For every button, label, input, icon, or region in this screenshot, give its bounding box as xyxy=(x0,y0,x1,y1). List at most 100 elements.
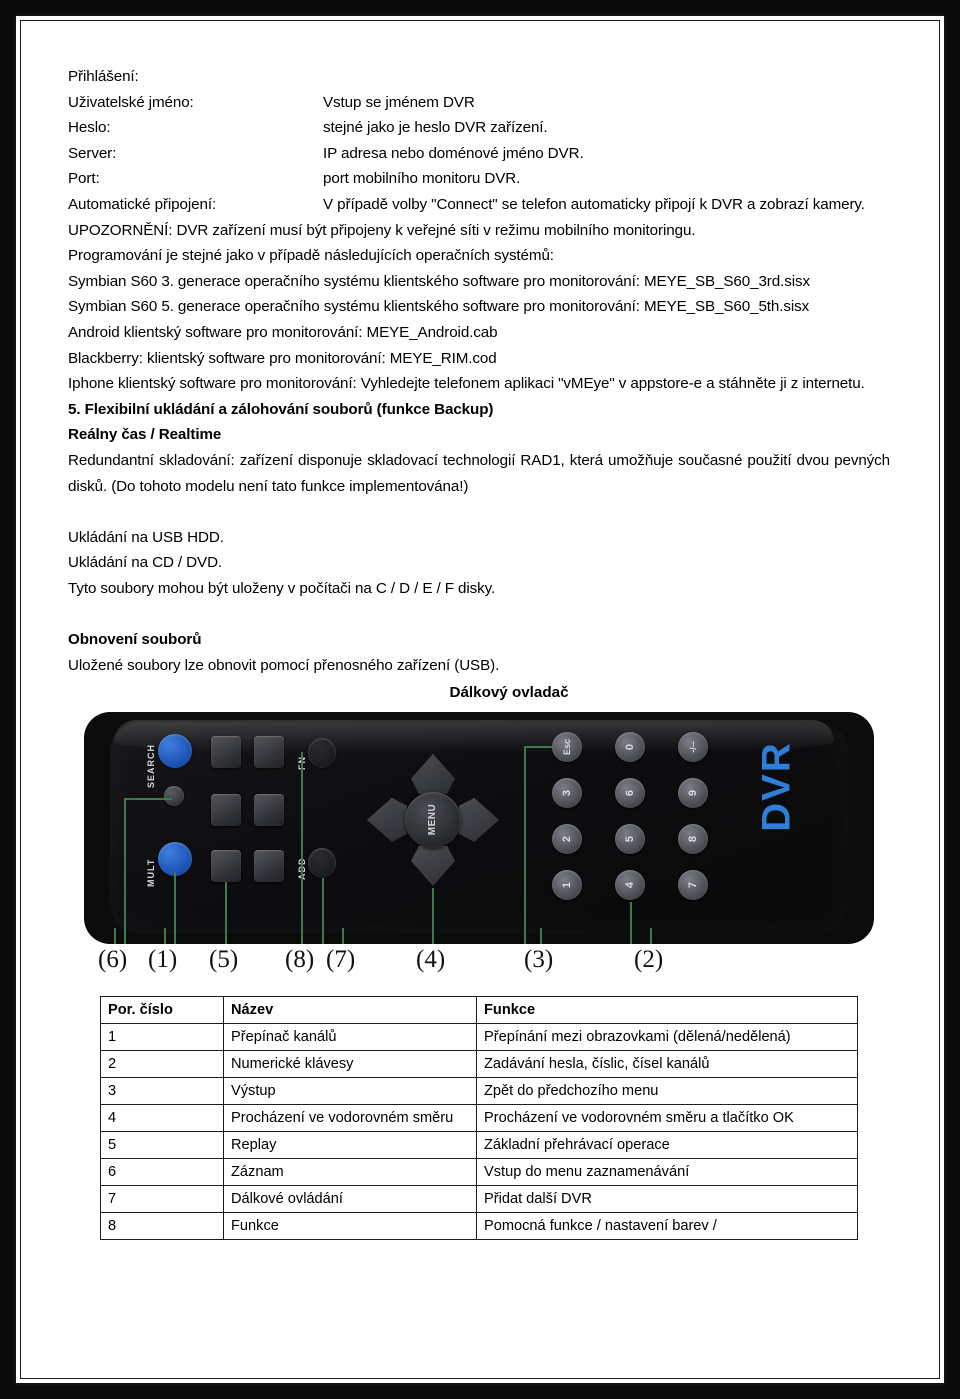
table-row: 4 Procházení ve vodorovném směru Procház… xyxy=(100,1103,858,1132)
login-field-server-value: IP adresa nebo doménové jméno DVR. xyxy=(323,144,584,162)
table-header-function: Funkce xyxy=(476,995,858,1024)
search-button-icon xyxy=(158,733,192,768)
cell-name: Numerické klávesy xyxy=(223,1049,477,1078)
storage-usb-hdd: Ukládání na USB HDD. xyxy=(68,528,224,546)
login-field-autoconnect: Automatické připojení: V případě volby "… xyxy=(68,192,890,218)
login-field-server: Server: IP adresa nebo doménové jméno DV… xyxy=(68,141,890,167)
section5-heading: 5. Flexibilní ukládání a zálohování soub… xyxy=(68,400,494,418)
table-row: 5 Replay Základní přehrávací operace xyxy=(100,1130,858,1159)
cell-function: Vstup do menu zaznamenávání xyxy=(476,1157,858,1186)
platform-symbian-s60-5th: Symbian S60 5. generace operačního systé… xyxy=(68,298,810,316)
remote-control-photo: SEARCH MULT FN ADD MENU Esc 0 -/-- 3 6 9 xyxy=(84,711,874,944)
login-field-port-value: port mobilního monitoru DVR. xyxy=(323,170,521,188)
cell-number: 4 xyxy=(100,1103,224,1132)
keypad-key-4: 4 xyxy=(615,869,645,900)
login-field-autoconnect-value: V případě volby "Connect" se telefon aut… xyxy=(323,195,865,213)
cell-name: Přepínač kanálů xyxy=(223,1022,477,1051)
login-section: Přihlášení: Uživatelské jméno: Vstup se … xyxy=(68,64,890,678)
callout-leader-2 xyxy=(630,901,632,944)
storage-pc-disks: Tyto soubory mohou být uloženy v počítač… xyxy=(68,579,496,597)
dpad: MENU xyxy=(367,753,499,886)
callout-number-3: (3) xyxy=(524,945,554,973)
dpad-right-arrow-icon xyxy=(459,797,499,842)
keypad-key-dash: -/-- xyxy=(678,731,708,762)
platform-symbian-s60-3rd: Symbian S60 3. generace operačního systé… xyxy=(68,272,810,290)
table-row: 7 Dálkové ovládání Přidat další DVR xyxy=(100,1184,858,1213)
platform-iphone: Iphone klientský software pro monitorová… xyxy=(68,375,865,393)
callout-stub-2 xyxy=(650,927,652,944)
table-row: 2 Numerické klávesy Zadávání hesla, čísl… xyxy=(100,1049,858,1078)
callout-stub-5 xyxy=(225,927,227,944)
cell-function: Zadávání hesla, číslic, čísel kanálů xyxy=(476,1049,858,1078)
section5-subheading: Reálny čas / Realtime xyxy=(68,426,222,444)
table-header-name: Název xyxy=(223,995,477,1024)
login-title: Přihlášení: xyxy=(68,68,139,85)
platform-blackberry: Blackberry: klientský software pro monit… xyxy=(68,349,497,367)
table-row: 1 Přepínač kanálů Přepínání mezi obrazov… xyxy=(100,1022,858,1051)
callout-stub-3 xyxy=(540,927,542,944)
storage-cd-dvd: Ukládání na CD / DVD. xyxy=(68,554,223,572)
cell-name: Výstup xyxy=(223,1076,477,1105)
restore-body: Uložené soubory lze obnovit pomocí přeno… xyxy=(68,656,500,674)
login-field-username-value: Vstup se jménem DVR xyxy=(323,93,475,111)
remote-key-table: Por. číslo Název Funkce 1 Přepínač kanál… xyxy=(100,995,858,1240)
cell-number: 5 xyxy=(100,1130,224,1159)
table-body: 1 Přepínač kanálů Přepínání mezi obrazov… xyxy=(100,1022,858,1240)
login-field-server-label: Server: xyxy=(68,144,117,162)
callout-number-6: (6) xyxy=(98,945,128,973)
table-row: 6 Záznam Vstup do menu zaznamenávání xyxy=(100,1157,858,1186)
transport-key-2 xyxy=(254,735,284,768)
login-field-password-value: stejné jako je heslo DVR zařízení. xyxy=(323,119,548,137)
transport-key-6 xyxy=(254,849,284,882)
cell-name: Záznam xyxy=(223,1157,477,1186)
table-header-row: Por. číslo Název Funkce xyxy=(100,995,858,1024)
notice-text: UPOZORNĚNÍ: DVR zařízení musí být připoj… xyxy=(68,221,696,239)
keypad-key-1: 1 xyxy=(552,869,582,900)
keypad-key-3: 3 xyxy=(552,777,582,808)
callout-stub-7 xyxy=(342,927,344,944)
cell-number: 7 xyxy=(100,1184,224,1213)
table-header-number: Por. číslo xyxy=(100,995,224,1024)
callout-number-4: (4) xyxy=(416,945,446,973)
callout-number-row: (6) (1) (5) (8) (7) (4) (3) (2) xyxy=(84,927,874,986)
remote-label-mult: MULT xyxy=(146,858,156,887)
cell-name: Funkce xyxy=(223,1211,477,1240)
keypad-key-6: 6 xyxy=(615,777,645,808)
callout-number-1: (1) xyxy=(148,945,178,973)
programming-intro-text: Programování je stejné jako v případě ná… xyxy=(68,247,554,265)
table-row: 8 Funkce Pomocná funkce / nastavení bare… xyxy=(100,1211,858,1240)
cell-function: Základní přehrávací operace xyxy=(476,1130,858,1159)
login-field-port-label: Port: xyxy=(68,170,100,188)
menu-button: MENU xyxy=(405,791,461,848)
callout-number-2: (2) xyxy=(634,945,664,973)
restore-heading: Obnovení souborů xyxy=(68,631,202,649)
callout-stub-4 xyxy=(432,927,434,944)
transport-key-4 xyxy=(254,793,284,826)
login-field-port: Port: port mobilního monitoru DVR. xyxy=(68,166,890,192)
menu-button-label: MENU xyxy=(427,804,439,836)
platform-android: Android klientský software pro monitorov… xyxy=(68,323,498,341)
table-row: 3 Výstup Zpět do předchozího menu xyxy=(100,1076,858,1105)
document-page: Přihlášení: Uživatelské jméno: Vstup se … xyxy=(22,22,938,1377)
login-field-password-label: Heslo: xyxy=(68,119,111,137)
cell-number: 3 xyxy=(100,1076,224,1105)
callout-leader-6-horizontal xyxy=(124,797,172,800)
callout-leader-1 xyxy=(174,871,176,944)
cell-name: Replay xyxy=(223,1130,477,1159)
cell-number: 6 xyxy=(100,1157,224,1186)
keypad-key-8: 8 xyxy=(678,823,708,854)
dpad-down-arrow-icon xyxy=(411,845,455,886)
callout-leader-3-horizontal xyxy=(524,745,552,748)
callout-leader-3 xyxy=(524,745,526,944)
dpad-left-arrow-icon xyxy=(367,797,407,842)
cell-function: Přidat další DVR xyxy=(476,1184,858,1213)
callout-stub-1 xyxy=(164,927,166,944)
cell-name: Dálkové ovládání xyxy=(223,1184,477,1213)
cell-function: Procházení ve vodorovném směru a tlačítk… xyxy=(476,1103,858,1132)
transport-key-3 xyxy=(211,793,241,826)
section5-body: Redundantní skladování: zařízení disponu… xyxy=(68,451,890,495)
keypad-key-2: 2 xyxy=(552,823,582,854)
login-field-username: Uživatelské jméno: Vstup se jménem DVR xyxy=(68,90,890,116)
mult-button-icon xyxy=(158,841,192,876)
callout-stub-6 xyxy=(114,927,116,944)
